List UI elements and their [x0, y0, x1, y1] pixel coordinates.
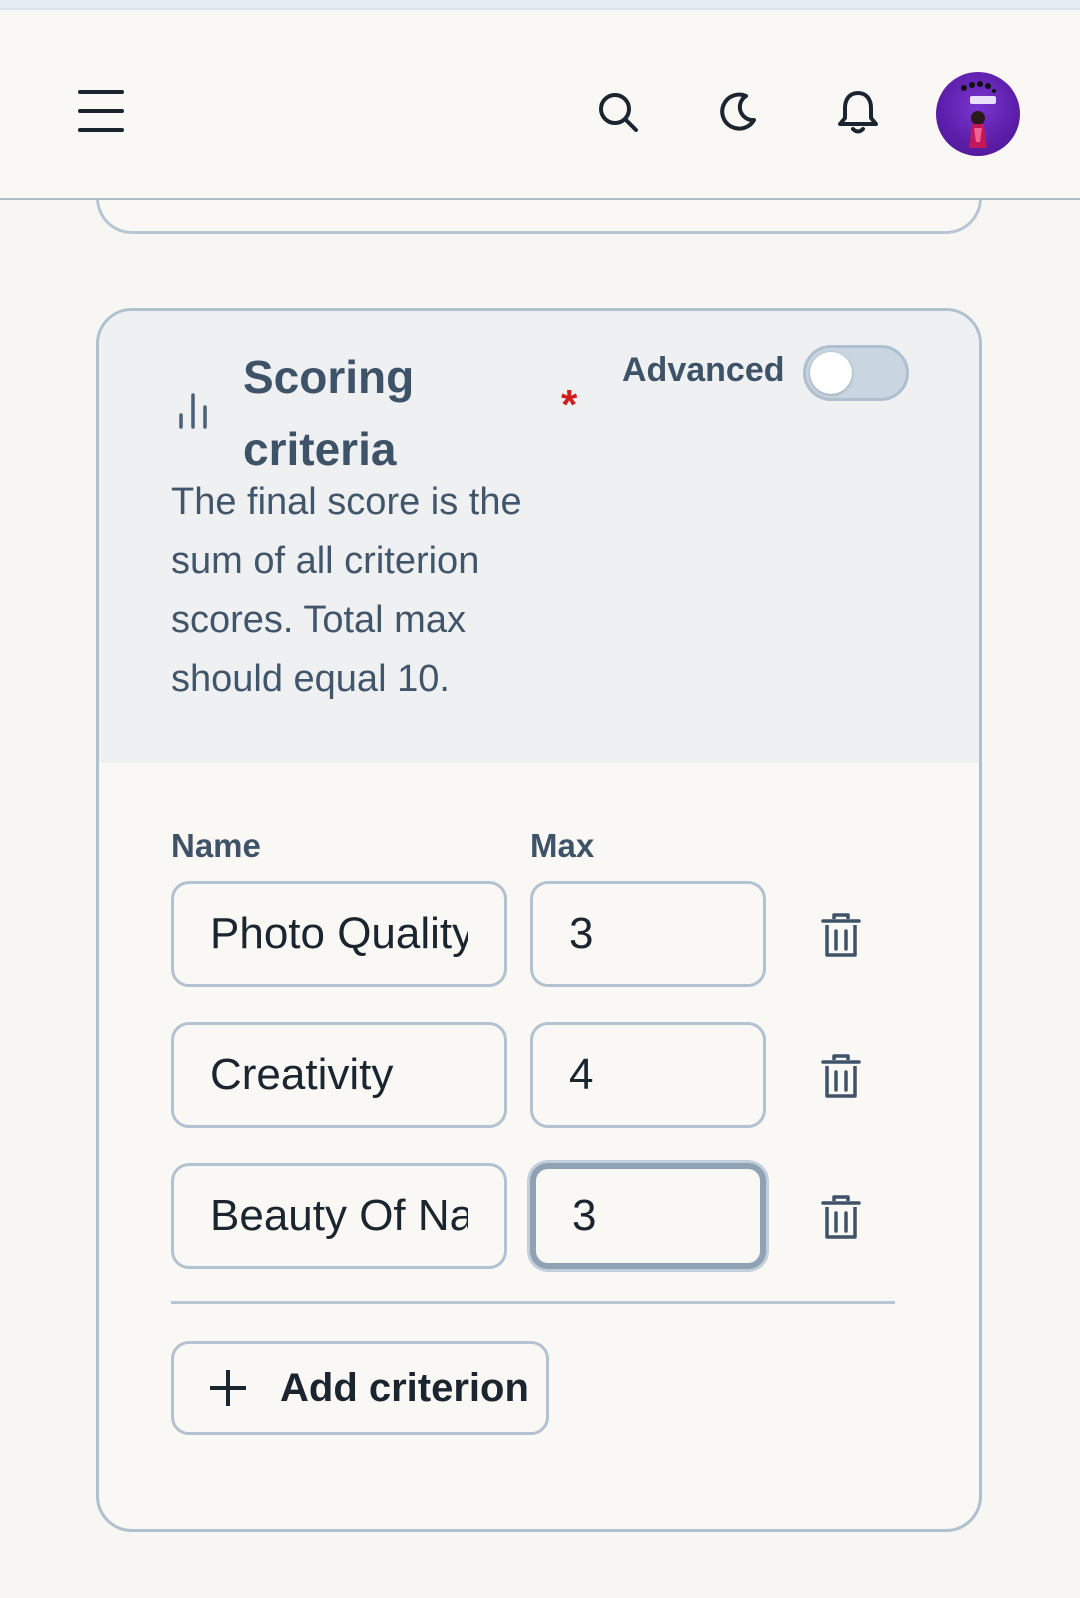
advanced-label: Advanced: [622, 351, 785, 389]
criterion-row: [171, 1163, 911, 1269]
page: Scoring criteria * Advanced The final sc…: [0, 0, 1080, 1598]
section-title: Scoring criteria: [243, 351, 415, 475]
moon-icon[interactable]: [710, 84, 766, 140]
bell-icon[interactable]: [830, 84, 886, 140]
add-criterion-button[interactable]: Add criterion: [171, 1341, 549, 1435]
max-column-header: Max: [530, 827, 595, 864]
add-criterion-label: Add criterion: [280, 1365, 529, 1410]
top-strip: [0, 0, 1080, 10]
card-header: Scoring criteria * Advanced The final sc…: [99, 311, 979, 763]
search-icon[interactable]: [590, 84, 646, 140]
criterion-row: [171, 881, 911, 987]
advanced-toggle[interactable]: [803, 345, 909, 401]
trash-icon[interactable]: [819, 911, 863, 959]
criterion-max-input[interactable]: [530, 881, 766, 987]
toggle-knob: [810, 352, 852, 394]
user-avatar[interactable]: [936, 72, 1020, 156]
criterion-name-input[interactable]: [171, 1163, 507, 1269]
top-bar: [0, 10, 1080, 200]
trash-icon[interactable]: [819, 1052, 863, 1100]
section-description: The final score is the sum of all criter…: [171, 481, 522, 700]
criterion-row: [171, 1022, 911, 1128]
bar-chart-icon: [179, 393, 207, 429]
criterion-name-input[interactable]: [171, 881, 507, 987]
hamburger-menu-icon[interactable]: [78, 90, 124, 132]
required-marker: *: [561, 381, 578, 428]
scoring-criteria-card: Scoring criteria * Advanced The final sc…: [96, 308, 982, 1532]
name-column-header: Name: [171, 827, 261, 864]
divider: [171, 1301, 895, 1304]
criterion-max-input[interactable]: [530, 1022, 766, 1128]
criterion-name-input[interactable]: [171, 1022, 507, 1128]
plus-icon: [210, 1370, 246, 1406]
criterion-max-input[interactable]: [530, 1163, 766, 1269]
trash-icon[interactable]: [819, 1193, 863, 1241]
